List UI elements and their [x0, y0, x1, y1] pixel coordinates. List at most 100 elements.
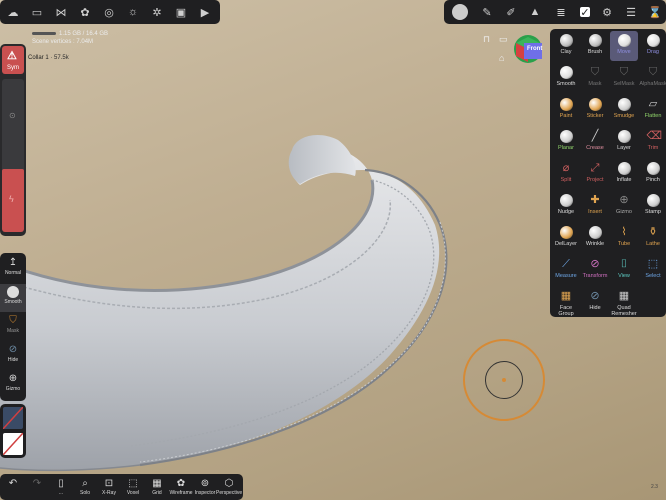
brush-icon[interactable]: ✐	[504, 5, 518, 19]
bottom-voxel-button[interactable]: ⬚ Voxel	[120, 478, 146, 496]
tool-planar[interactable]: Planar	[552, 127, 580, 157]
sym-button[interactable]: ⚠ Sym	[2, 46, 24, 74]
bottom-perspective-button[interactable]: ⬡ Perspective	[216, 478, 242, 496]
tool-brush[interactable]: Brush	[581, 31, 609, 61]
tool-wrinkle[interactable]: Wrinkle	[581, 223, 609, 253]
intensity-slider[interactable]: ϟ	[2, 174, 24, 232]
tool-facegroup[interactable]: ▦ Face Group	[552, 287, 580, 317]
tool-gizmo[interactable]: ⊕ Gizmo	[610, 191, 638, 221]
normal-button[interactable]: ↥ Normal	[0, 255, 26, 283]
tool-transform-label: Transform	[582, 273, 608, 279]
menu-icon[interactable]: ☰	[624, 5, 638, 19]
tool-alphamask-label: AlphaMask	[639, 81, 666, 87]
tool-transform[interactable]: ⊘ Transform	[581, 255, 609, 285]
tool-tube[interactable]: ⌇ Tube	[610, 223, 638, 253]
gear-icon[interactable]: ✲	[150, 5, 164, 19]
image-icon[interactable]: ▣	[174, 5, 188, 19]
material-swatch[interactable]	[2, 406, 24, 430]
color-swatch[interactable]	[2, 432, 24, 456]
bottom-xray-button[interactable]: ⊡ X-Ray	[96, 478, 122, 496]
tool-pinch[interactable]: Pinch	[639, 159, 666, 189]
tool-nudge[interactable]: Nudge	[552, 191, 580, 221]
share-icon[interactable]: ⋈	[54, 5, 68, 19]
tool-insert[interactable]: ✚ Insert	[581, 191, 609, 221]
tool-trim[interactable]: ⌫ Trim	[639, 127, 666, 157]
sun-icon[interactable]: ☼	[126, 5, 140, 19]
bottom-wireframe-button[interactable]: ✿ Wireframe	[168, 478, 194, 496]
tool-mask-label: Mask	[588, 81, 602, 87]
lathe-icon: ⚱	[648, 226, 658, 238]
gizmo-button[interactable]: ⊕ Gizmo	[0, 371, 26, 399]
smooth-button[interactable]: Smooth	[0, 284, 26, 312]
smooth-icon	[7, 286, 19, 298]
tool-smudge[interactable]: Smudge	[610, 95, 638, 125]
tool-crease[interactable]: ╱ Crease	[581, 127, 609, 157]
tool-stamp[interactable]: Stamp	[639, 191, 666, 221]
tool-clay[interactable]: Clay	[552, 31, 580, 61]
tool-select[interactable]: ⬚ Select	[639, 255, 666, 285]
bottom-undo-button[interactable]: ↶	[0, 478, 26, 490]
bottom-grid-button[interactable]: ▦ Grid	[144, 478, 170, 496]
drag-icon	[646, 34, 660, 47]
tool-lathe[interactable]: ⚱ Lathe	[639, 223, 666, 253]
tool-planar-label: Planar	[558, 145, 574, 151]
check-icon[interactable]: ✓	[580, 7, 590, 19]
radius-slider[interactable]: ⊙	[2, 79, 24, 179]
tool-move[interactable]: Move	[610, 31, 638, 61]
mask-button[interactable]: ⛉ Mask	[0, 313, 26, 341]
layers-icon[interactable]: ≣	[554, 5, 568, 19]
tool-hide[interactable]: ⊘ Hide	[581, 287, 609, 317]
pen-icon[interactable]: ✎	[480, 5, 494, 19]
bottom-voxel-label: Voxel	[126, 490, 140, 496]
history-icon[interactable]: ⌛	[648, 5, 662, 19]
tool-alphamask[interactable]: ⛉ AlphaMask	[639, 63, 666, 93]
tool-measure[interactable]: ⟋ Measure	[552, 255, 580, 285]
bottom-redo-button[interactable]: ↷	[24, 478, 50, 490]
bottom-inspector-button[interactable]: ⊚ Inspector	[192, 478, 218, 496]
cloud-icon[interactable]: ☁	[6, 5, 20, 19]
home-icon[interactable]: ⌂	[499, 53, 504, 63]
scene-icon[interactable]: ✿	[78, 5, 92, 19]
mask-icon: ⛉	[9, 315, 17, 326]
mesh-label[interactable]: Collar 1 · 57.5k	[28, 55, 69, 61]
bottom-layers-button[interactable]: ▯...	[48, 478, 74, 496]
alphamask-icon: ⛉	[648, 66, 658, 78]
tool-mask[interactable]: ⛉ Mask	[581, 63, 609, 93]
tool-smooth[interactable]: Smooth	[552, 63, 580, 93]
bottom-solo-button[interactable]: ⌕ Solo	[72, 478, 98, 496]
camera-icon[interactable]: ▭	[499, 34, 508, 45]
tool-selmask[interactable]: ⛉ SelMask	[610, 63, 638, 93]
dellayer-icon	[559, 226, 573, 239]
hide-button[interactable]: ⊘ Hide	[0, 342, 26, 370]
tool-inflate[interactable]: Inflate	[610, 159, 638, 189]
tool-sticker[interactable]: Sticker	[581, 95, 609, 125]
tool-dellayer[interactable]: DelLayer	[552, 223, 580, 253]
quadremesher-icon: ▦	[618, 290, 630, 302]
sticker-icon	[588, 98, 602, 111]
tool-paint[interactable]: Paint	[552, 95, 580, 125]
warning-icon[interactable]: ▲	[528, 5, 542, 19]
tool-quadremesher-label: Quad Remesher	[611, 305, 637, 317]
tool-project-label: Project	[586, 177, 604, 183]
brush-icon	[588, 34, 602, 47]
tool-drag[interactable]: Drag	[639, 31, 666, 61]
sphere-icon[interactable]: ◎	[102, 5, 116, 19]
layer-icon	[617, 130, 631, 143]
tool-split[interactable]: ⌀ Split	[552, 159, 580, 189]
tool-view[interactable]: ⌷ View	[610, 255, 638, 285]
tool-quadremesher[interactable]: ▦ Quad Remesher	[610, 287, 638, 317]
folder-icon[interactable]: ▭	[30, 5, 44, 19]
material-icon[interactable]	[452, 4, 468, 20]
orientation-cube[interactable]: Front	[513, 34, 543, 64]
tool-clay-label: Clay	[560, 49, 572, 55]
facegroup-icon: ▦	[560, 290, 572, 302]
video-icon[interactable]: ▶	[198, 5, 212, 19]
tool-crease-label: Crease	[586, 145, 604, 151]
settings-icon[interactable]: ⚙	[600, 5, 614, 19]
tool-project[interactable]: ⤢ Project	[581, 159, 609, 189]
vertices-value: 7.04M	[76, 39, 94, 45]
insert-icon: ✚	[590, 194, 600, 206]
tool-layer[interactable]: Layer	[610, 127, 638, 157]
lock-icon[interactable]: ⊓	[483, 34, 490, 45]
tool-flatten[interactable]: ▱ Flatten	[639, 95, 666, 125]
